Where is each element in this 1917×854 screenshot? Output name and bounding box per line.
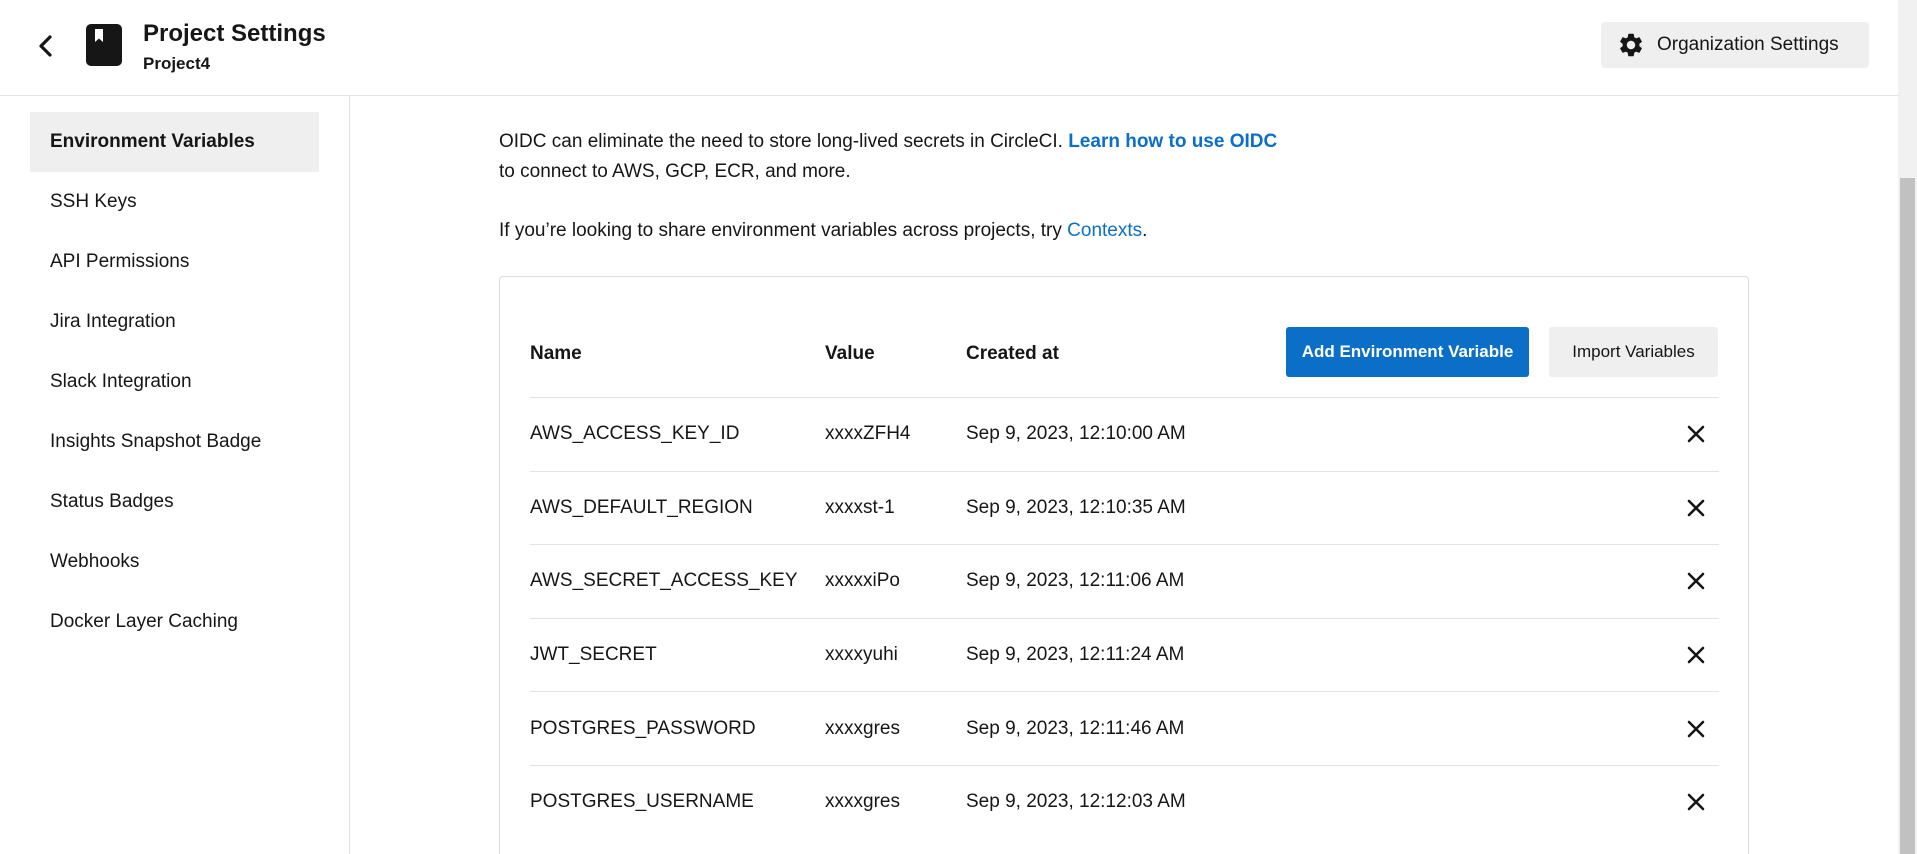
chevron-left-icon (39, 35, 52, 57)
close-icon[interactable] (1685, 791, 1707, 813)
variable-name: POSTGRES_PASSWORD (530, 717, 756, 739)
close-icon[interactable] (1685, 718, 1707, 740)
variable-value: xxxxgres (825, 791, 900, 813)
table-row: AWS_SECRET_ACCESS_KEY xxxxxiPo Sep 9, 20… (530, 544, 1719, 618)
project-book-icon (86, 24, 122, 66)
column-header-name: Name (530, 343, 582, 364)
close-icon[interactable] (1685, 570, 1707, 592)
sidebar-item-jira-integration[interactable]: Jira Integration (30, 292, 319, 352)
sidebar-item-environment-variables[interactable]: Environment Variables (30, 112, 319, 172)
organization-settings-label: Organization Settings (1657, 34, 1839, 55)
project-name: Project4 (143, 54, 211, 73)
variable-value: xxxxst-1 (825, 496, 895, 518)
variable-value: xxxxxiPo (825, 570, 900, 592)
back-button[interactable] (30, 30, 62, 62)
table-row: AWS_DEFAULT_REGION xxxxst-1 Sep 9, 2023,… (530, 470, 1719, 545)
sidebar-item-api-permissions[interactable]: API Permissions (30, 232, 319, 292)
oidc-text-continued: to connect to AWS, GCP, ECR, and more. (499, 161, 851, 182)
table-row: POSTGRES_PASSWORD xxxxgres Sep 9, 2023, … (530, 691, 1719, 765)
page-header: Project Settings Project4 Organization S… (0, 0, 1898, 96)
gear-icon (1620, 33, 1642, 57)
column-header-value: Value (825, 343, 875, 364)
variable-created-at: Sep 9, 2023, 12:10:35 AM (966, 496, 1186, 518)
scrollbar-thumb[interactable] (1900, 178, 1915, 854)
contexts-period: . (1142, 220, 1148, 241)
organization-settings-button[interactable]: Organization Settings (1601, 22, 1869, 68)
variable-value: xxxxyuhi (825, 644, 898, 666)
table-row: AWS_ACCESS_KEY_ID xxxxZFH4 Sep 9, 2023, … (530, 397, 1719, 471)
variable-name: AWS_SECRET_ACCESS_KEY (530, 570, 798, 592)
column-header-created: Created at (966, 343, 1059, 364)
table-row: POSTGRES_USERNAME xxxxgres Sep 9, 2023, … (530, 764, 1719, 839)
variable-created-at: Sep 9, 2023, 12:11:46 AM (966, 717, 1185, 739)
environment-variables-card: Name Value Created at Add Environment Va… (499, 276, 1749, 854)
variable-name: POSTGRES_USERNAME (530, 791, 754, 813)
add-environment-variable-button[interactable]: Add Environment Variable (1286, 327, 1529, 377)
sidebar-item-status-badges[interactable]: Status Badges (30, 472, 319, 532)
environment-variables-table: AWS_ACCESS_KEY_ID xxxxZFH4 Sep 9, 2023, … (530, 397, 1719, 839)
sidebar-item-webhooks[interactable]: Webhooks (30, 532, 319, 592)
settings-sidebar: Environment Variables SSH Keys API Permi… (0, 96, 350, 854)
table-row: JWT_SECRET xxxxyuhi Sep 9, 2023, 12:11:2… (530, 617, 1719, 692)
close-icon[interactable] (1685, 644, 1707, 666)
variable-created-at: Sep 9, 2023, 12:11:24 AM (966, 644, 1185, 666)
variable-name: AWS_ACCESS_KEY_ID (530, 423, 740, 445)
oidc-text: OIDC can eliminate the need to store lon… (499, 131, 1063, 152)
variable-value: xxxxZFH4 (825, 423, 911, 445)
variable-created-at: Sep 9, 2023, 12:12:03 AM (966, 791, 1186, 813)
import-variables-button[interactable]: Import Variables (1549, 327, 1718, 377)
variable-name: AWS_DEFAULT_REGION (530, 496, 753, 518)
oidc-info: OIDC can eliminate the need to store lon… (499, 127, 1277, 187)
contexts-link[interactable]: Contexts (1067, 220, 1142, 241)
close-icon[interactable] (1685, 423, 1707, 445)
sidebar-item-insights-snapshot-badge[interactable]: Insights Snapshot Badge (30, 412, 319, 472)
variable-name: JWT_SECRET (530, 644, 657, 666)
contexts-info: If you’re looking to share environment v… (499, 216, 1147, 246)
page-scrollbar[interactable] (1898, 0, 1917, 854)
variable-created-at: Sep 9, 2023, 12:10:00 AM (966, 423, 1186, 445)
sidebar-item-slack-integration[interactable]: Slack Integration (30, 352, 319, 412)
sidebar-item-docker-layer-caching[interactable]: Docker Layer Caching (30, 592, 319, 652)
page-title: Project Settings (143, 20, 326, 47)
sidebar-item-ssh-keys[interactable]: SSH Keys (30, 172, 319, 232)
oidc-learn-link[interactable]: Learn how to use OIDC (1068, 131, 1277, 152)
variable-value: xxxxgres (825, 717, 900, 739)
close-icon[interactable] (1685, 497, 1707, 519)
variable-created-at: Sep 9, 2023, 12:11:06 AM (966, 570, 1185, 592)
contexts-text: If you’re looking to share environment v… (499, 220, 1062, 241)
